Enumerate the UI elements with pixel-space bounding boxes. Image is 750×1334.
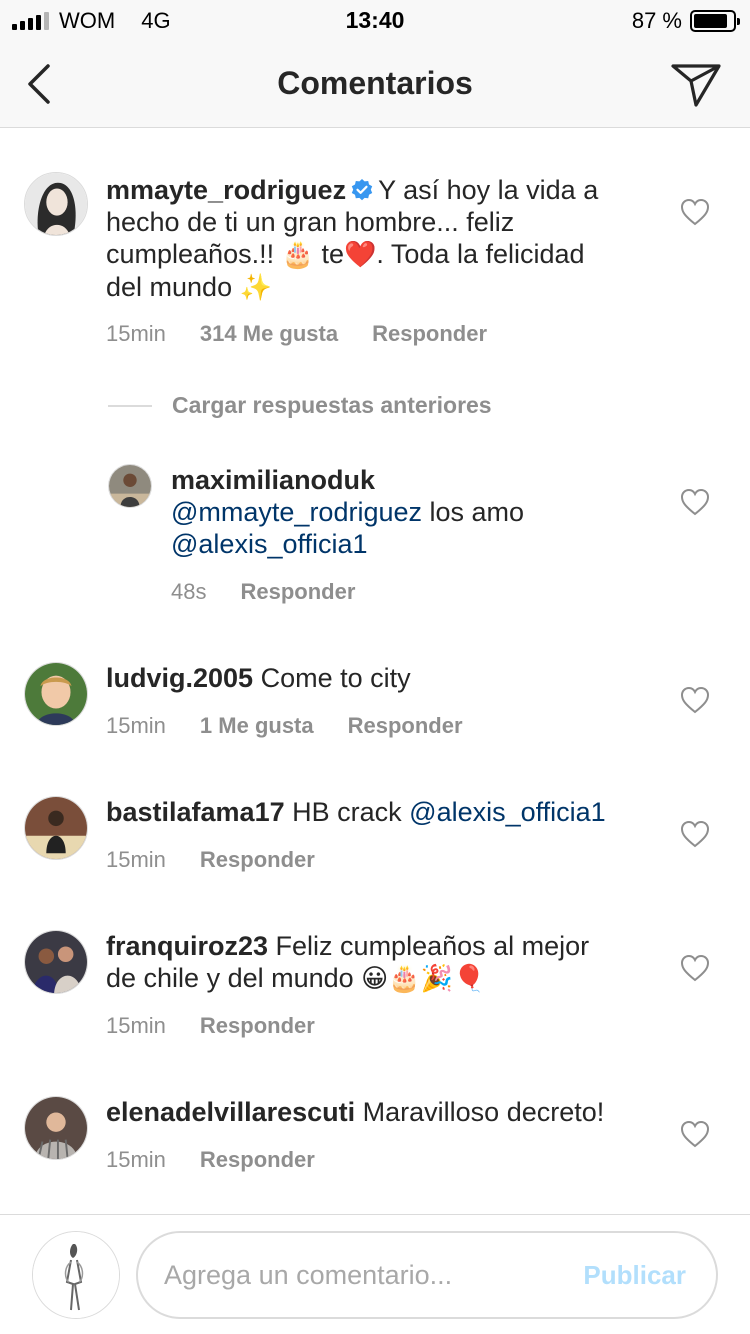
mention-link[interactable]: @alexis_officia1 [171, 529, 368, 559]
comment-body: Feliz cumpleaños al mejor [275, 931, 590, 961]
comment-body-line: te [313, 239, 344, 269]
heart-emoji: ❤️ [344, 240, 377, 270]
comment-body: HB crack [292, 797, 402, 827]
heart-icon[interactable] [680, 686, 710, 714]
comment-body-line: de chile y del mundo [106, 963, 354, 993]
paper-plane-icon [671, 64, 721, 107]
comment-text: mmayte_rodriguez Y así hoy la vida a hech… [106, 174, 666, 304]
heart-icon[interactable] [680, 198, 710, 226]
page-title: Comentarios [277, 65, 473, 101]
heart-icon[interactable] [680, 1120, 710, 1148]
avatar-image [25, 797, 87, 859]
comment-time: 15min [106, 1147, 166, 1172]
sparkles-emoji: ✨ [239, 273, 272, 303]
nav-bar: Comentarios [0, 40, 750, 128]
reply-button[interactable]: Responder [240, 579, 355, 605]
mention-link[interactable]: @alexis_officia1 [409, 797, 606, 827]
battery-percent: 87 % [631, 8, 682, 33]
reply-username[interactable]: maximilianoduk [171, 465, 375, 495]
reply-text: maximilianoduk @mmayte_rodriguez los amo… [171, 464, 651, 560]
comment-meta: 15min Responder [106, 1147, 315, 1173]
avatar[interactable] [24, 1096, 88, 1160]
comment-text: franquiroz23 Feliz cumpleaños al mejor d… [106, 930, 666, 995]
cake-emoji: 🎂 [281, 240, 314, 270]
avatar[interactable] [108, 464, 152, 508]
comment-username[interactable]: ludvig.2005 [106, 663, 253, 693]
reply-body: los amo [422, 497, 525, 527]
heart-icon[interactable] [680, 820, 710, 848]
load-previous-label: Cargar respuestas anteriores [172, 392, 492, 418]
comment-username[interactable]: mmayte_rodriguez [106, 175, 346, 205]
avatar[interactable] [24, 662, 88, 726]
comment-body-line: hecho de ti un gran hombre... feliz [106, 207, 515, 237]
status-bar: WOM 4G 13:40 87 % [0, 0, 750, 40]
reply-button[interactable]: Responder [200, 847, 315, 873]
avatar-image [25, 173, 87, 235]
avatar[interactable] [24, 172, 88, 236]
avatar-image [25, 1097, 87, 1159]
heart-icon[interactable] [680, 488, 710, 516]
avatar-image [109, 465, 151, 507]
comment-body: Come to city [260, 663, 411, 693]
heart-icon[interactable] [680, 954, 710, 982]
comment-meta: 15min Responder [106, 1013, 315, 1039]
comment-username[interactable]: elenadelvillarescuti [106, 1097, 355, 1127]
comment-composer: Publicar [0, 1214, 750, 1334]
comment-body-line: . Toda la felicidad [376, 239, 585, 269]
reply-button[interactable]: Responder [348, 713, 463, 739]
mention-link[interactable]: @mmayte_rodriguez [171, 497, 422, 527]
battery-icon [690, 10, 740, 32]
reply-button[interactable]: Responder [200, 1147, 315, 1173]
comment-time: 15min [106, 321, 166, 346]
reply-meta: 48s Responder [171, 579, 355, 605]
comment-text: bastilafama17 HB crack @alexis_officia1 [106, 796, 666, 828]
comment-text: elenadelvillarescuti Maravilloso decreto… [106, 1096, 666, 1128]
reply-button[interactable]: Responder [372, 321, 487, 347]
avatar[interactable] [24, 930, 88, 994]
comment-body: Maravilloso decreto! [362, 1097, 605, 1127]
like-count[interactable]: 1 Me gusta [200, 713, 314, 739]
comment-meta: 15min 1 Me gusta Responder [106, 713, 463, 739]
comment-time: 15min [106, 1013, 166, 1038]
load-previous-replies[interactable]: Cargar respuestas anteriores [108, 392, 492, 419]
comment-username[interactable]: franquiroz23 [106, 931, 268, 961]
like-count[interactable]: 314 Me gusta [200, 321, 338, 347]
comment-username[interactable]: bastilafama17 [106, 797, 285, 827]
avatar[interactable] [24, 796, 88, 860]
comment-input-box[interactable]: Publicar [136, 1231, 718, 1319]
comment-time: 15min [106, 713, 166, 738]
reply-time: 48s [171, 579, 207, 604]
status-right: 87 % [631, 8, 740, 34]
reply-button[interactable]: Responder [200, 1013, 315, 1039]
avatar-image [25, 931, 87, 993]
avatar [32, 1231, 120, 1319]
emoji-group: 😀🎂🎉🎈 [361, 964, 486, 994]
comment-meta: 15min Responder [106, 847, 315, 873]
avatar-image [25, 663, 87, 725]
share-button[interactable] [670, 62, 722, 108]
comment-meta: 15min 314 Me gusta Responder [106, 321, 487, 347]
verified-badge-icon [351, 179, 373, 201]
comment-time: 15min [106, 847, 166, 872]
avatar-image [33, 1232, 119, 1318]
comment-text: ludvig.2005 Come to city [106, 662, 666, 694]
comment-body: Y así hoy la vida a [378, 175, 599, 205]
comment-body-line: del mundo [106, 272, 240, 302]
comment-body-line: cumpleaños.!! [106, 239, 282, 269]
publish-button[interactable]: Publicar [583, 1260, 686, 1291]
comment-input[interactable] [164, 1255, 564, 1295]
divider [108, 404, 152, 407]
